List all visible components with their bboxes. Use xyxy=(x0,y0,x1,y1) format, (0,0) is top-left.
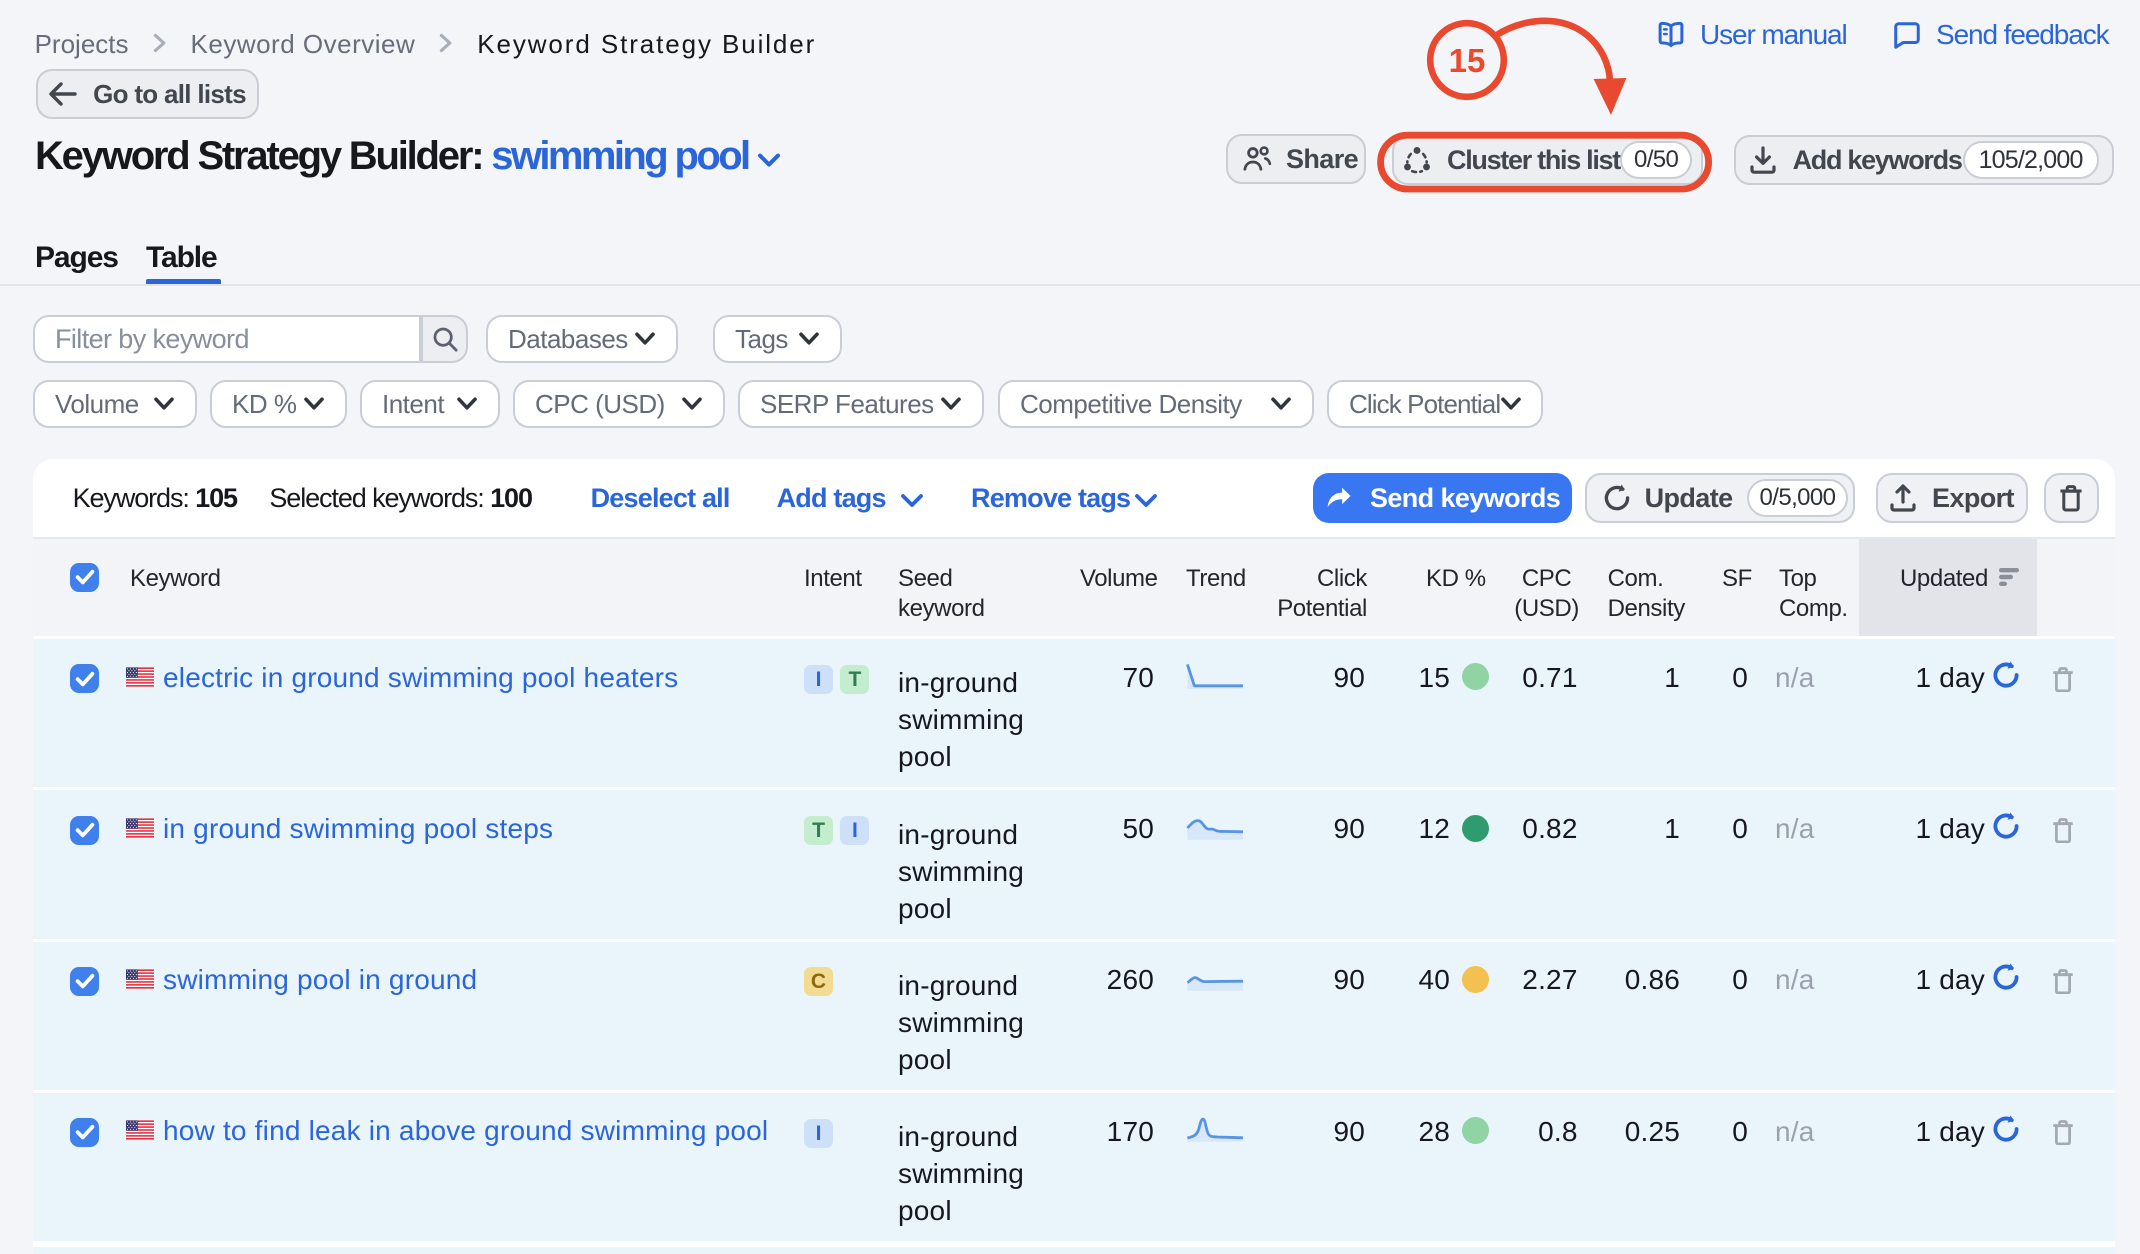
svg-text:15: 15 xyxy=(1449,42,1486,79)
